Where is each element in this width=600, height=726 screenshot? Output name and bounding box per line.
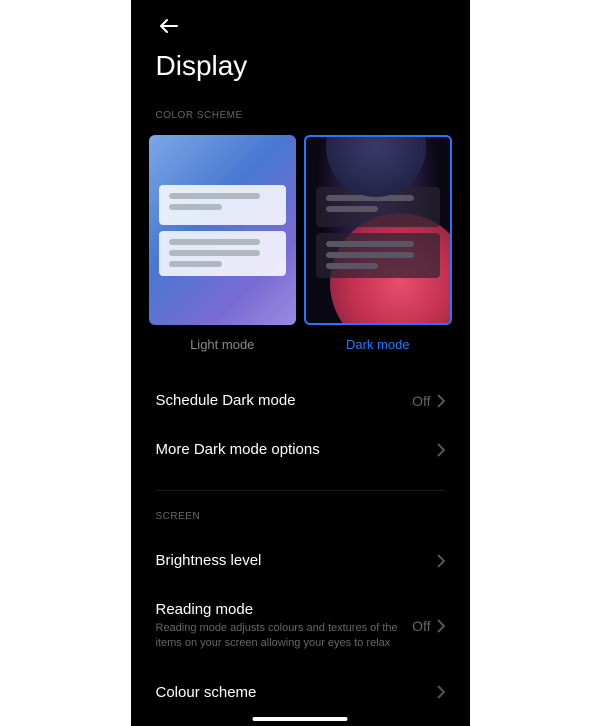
reading-mode-row[interactable]: Reading mode Reading mode adjusts colour… [131,585,470,668]
page-title: Display [131,0,470,102]
colour-scheme-row[interactable]: Colour scheme [131,668,470,717]
dark-mode-option[interactable]: Dark mode [304,135,452,352]
more-dark-options-title: More Dark mode options [156,441,437,458]
chevron-right-icon [437,443,445,457]
reading-mode-title: Reading mode [156,601,413,618]
chevron-right-icon [437,554,445,568]
divider [156,490,445,491]
schedule-dark-value: Off [412,393,430,409]
dark-mode-preview [304,135,452,325]
color-scheme-options: Light mode Dark mode [131,135,470,352]
brightness-level-row[interactable]: Brightness level [131,536,470,585]
back-button[interactable] [159,18,179,39]
reading-mode-value: Off [412,618,430,634]
home-indicator[interactable] [253,717,348,721]
screen-section-label: SCREEN [131,503,470,536]
dark-mode-label: Dark mode [346,337,410,352]
colour-scheme-title: Colour scheme [156,684,437,701]
brightness-title: Brightness level [156,552,437,569]
reading-mode-subtitle: Reading mode adjusts colours and texture… [156,621,406,652]
light-mode-preview [149,135,297,325]
display-settings-screen: Display COLOR SCHEME Light mode [131,0,470,726]
schedule-dark-title: Schedule Dark mode [156,392,413,409]
back-arrow-icon [159,18,179,34]
settings-list: Schedule Dark mode Off More Dark mode op… [131,352,470,717]
light-mode-label: Light mode [190,337,254,352]
more-dark-options-row[interactable]: More Dark mode options [131,425,470,474]
color-scheme-section-label: COLOR SCHEME [131,102,470,135]
chevron-right-icon [437,685,445,699]
chevron-right-icon [437,619,445,633]
schedule-dark-mode-row[interactable]: Schedule Dark mode Off [131,376,470,425]
chevron-right-icon [437,394,445,408]
light-mode-option[interactable]: Light mode [149,135,297,352]
